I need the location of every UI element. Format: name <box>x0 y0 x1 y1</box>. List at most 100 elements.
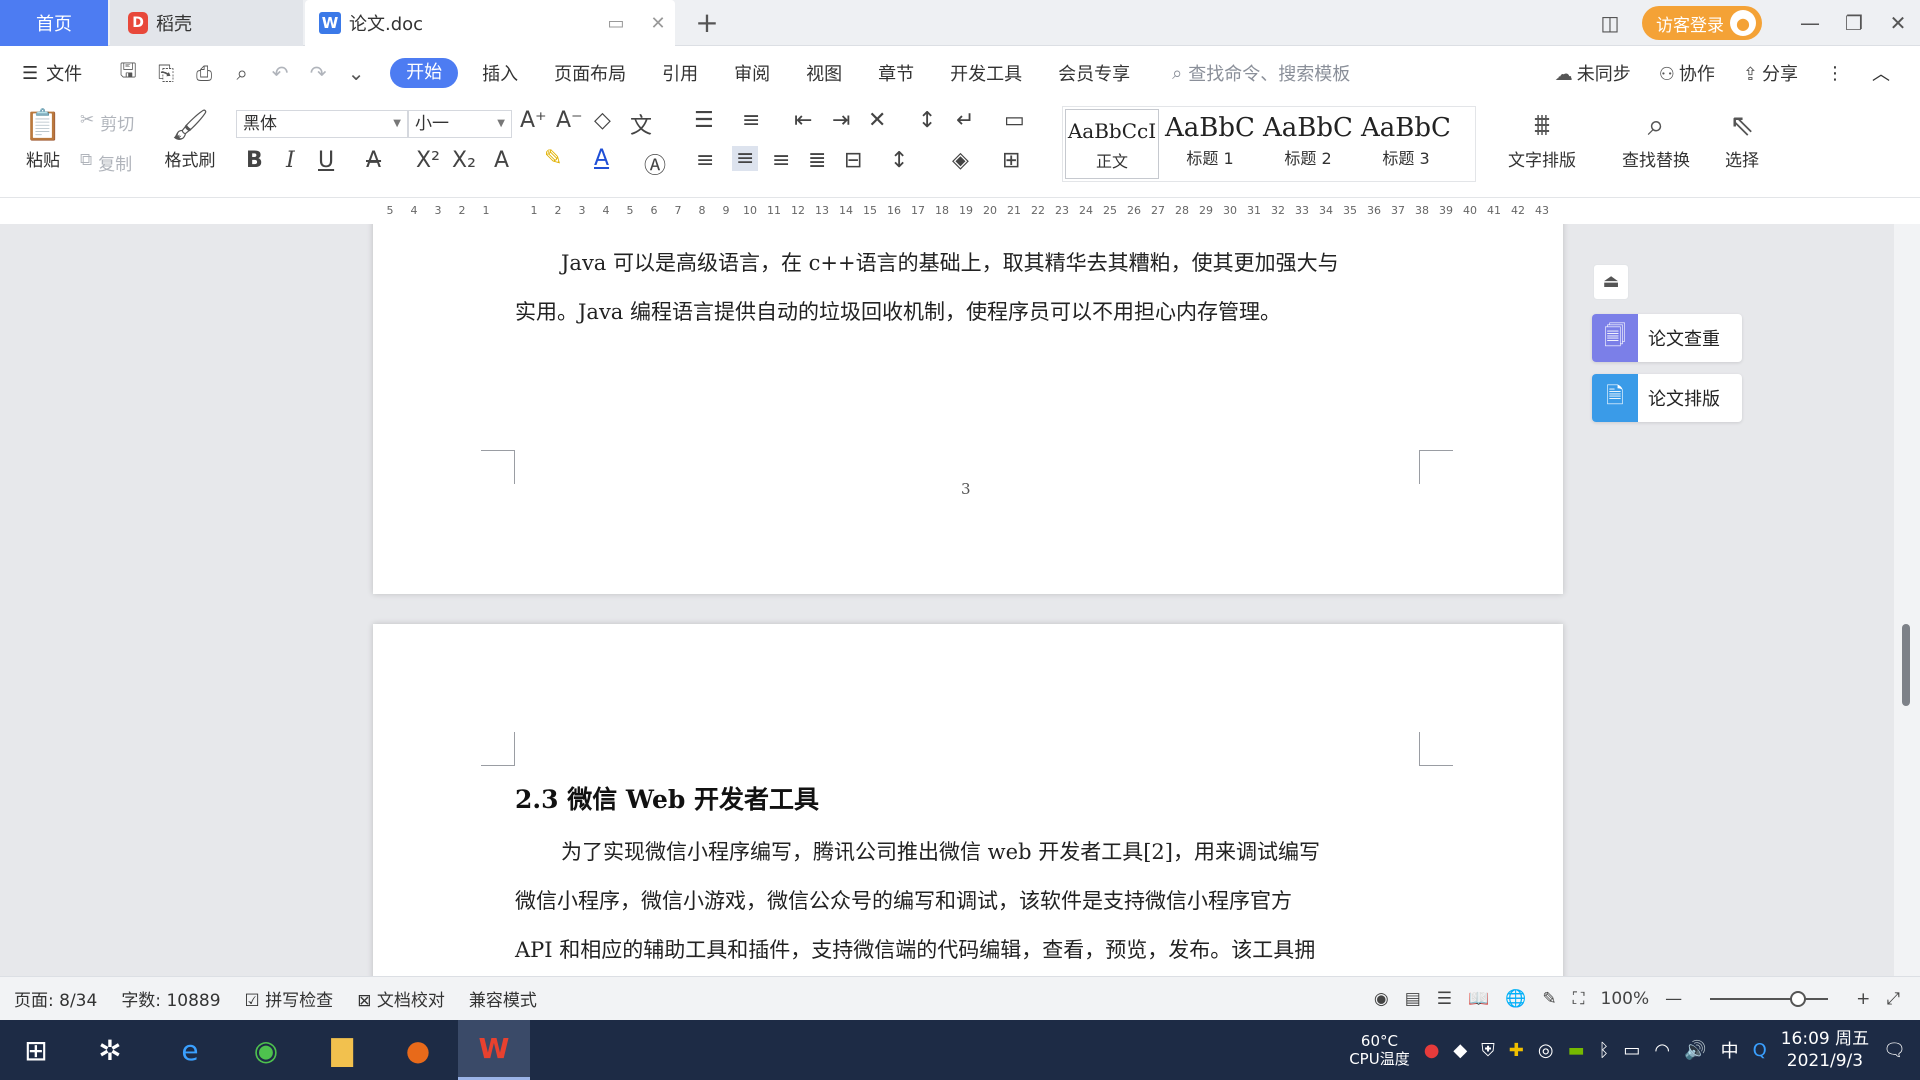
collaborate-button[interactable]: ⚇ 协作 <box>1659 60 1715 86</box>
gpu-icon[interactable]: ▬ <box>1568 1040 1585 1061</box>
taskbar-app-ie[interactable]: e <box>154 1020 226 1080</box>
minimize-icon[interactable]: — <box>1788 11 1832 35</box>
page-view-icon[interactable]: ▤ <box>1405 989 1421 1009</box>
clock[interactable]: 16:09 周五 2021/9/3 <box>1781 1028 1869 1072</box>
clear-format-icon[interactable]: ◇ <box>594 108 611 133</box>
tab-document[interactable]: W 论文.doc ▭ ✕ <box>305 0 675 46</box>
redo-icon[interactable]: ↷ <box>306 61 330 85</box>
proofread-button[interactable]: ⊠ 文档校对 <box>357 986 445 1011</box>
file-menu-button[interactable]: ☰ 文件 <box>22 60 82 86</box>
tab-insert[interactable]: 插入 <box>464 60 536 86</box>
decrease-indent-icon[interactable]: ⇤ <box>794 108 812 133</box>
font-name-select[interactable]: 黑体 ▼ <box>236 110 408 138</box>
sort-icon[interactable]: ↕ <box>918 108 936 133</box>
select-button[interactable]: ⇖ 选择 <box>1712 106 1772 171</box>
notification-icon[interactable]: 🗨 <box>1883 1040 1906 1061</box>
visitor-login-button[interactable]: 访客登录 ● <box>1642 6 1762 40</box>
italic-icon[interactable]: I <box>286 148 295 173</box>
bluetooth-icon[interactable]: ᛒ <box>1599 1040 1610 1061</box>
increase-indent-icon[interactable]: ⇥ <box>832 108 850 133</box>
text-layout-button[interactable]: ⩩ 文字排版 <box>1494 106 1590 171</box>
export-icon[interactable]: ⎘ <box>154 61 178 85</box>
style-heading-2[interactable]: AaBbC 标题 2 <box>1259 107 1357 181</box>
outline-view-icon[interactable]: ☰ <box>1437 989 1452 1009</box>
font-color-icon[interactable]: A <box>594 146 609 171</box>
taskbar-app-explorer[interactable]: ▇ <box>306 1020 378 1080</box>
web-view-icon[interactable]: 🌐 <box>1505 989 1526 1009</box>
print-preview-icon[interactable]: ⌕ <box>230 61 254 85</box>
paragraph[interactable]: 为了实现微信小程序编写，腾讯公司推出微信 web 开发者工具[2]，用来调试编写… <box>515 828 1425 975</box>
bullet-list-icon[interactable]: ☰ <box>694 108 714 133</box>
highlight-icon[interactable]: ✎ <box>544 146 562 171</box>
align-right-icon[interactable]: ≡ <box>772 148 790 173</box>
wifi-icon[interactable]: ◠ <box>1654 1040 1670 1061</box>
battery-icon[interactable]: ▭ <box>1623 1040 1640 1061</box>
justify-icon[interactable]: ≣ <box>808 148 826 173</box>
customize-qa-icon[interactable]: ⌄ <box>344 61 368 85</box>
line-spacing-icon[interactable]: ↕ <box>890 148 908 173</box>
paste-button[interactable]: 📋 粘贴 <box>14 106 72 171</box>
plus-app-icon[interactable]: ✚ <box>1509 1040 1524 1061</box>
font-size-select[interactable]: 小一 ▼ <box>408 110 512 138</box>
page-indicator[interactable]: 页面: 8/34 <box>14 986 97 1011</box>
zoom-in-icon[interactable]: + <box>1856 989 1870 1009</box>
word-count[interactable]: 字数: 10889 <box>121 986 220 1011</box>
command-search[interactable]: ⌕ 查找命令、搜索模板 <box>1172 60 1350 86</box>
char-border-icon[interactable]: Ⓐ <box>644 148 666 180</box>
qq-icon[interactable]: Q <box>1753 1040 1767 1061</box>
shield-icon[interactable]: ⛨ <box>1481 1040 1495 1061</box>
superscript-icon[interactable]: X² <box>416 148 440 173</box>
new-tab-button[interactable]: + <box>690 6 724 39</box>
vertical-scrollbar[interactable] <box>1894 224 1920 976</box>
spell-check-button[interactable]: ☑ 拼写检查 <box>245 986 334 1011</box>
page[interactable]: 互性。 Java 可以是高级语言，在 c++语言的基础上，取其精华去其糟粕，使其… <box>373 224 1563 594</box>
style-heading-1[interactable]: AaBbC 标题 1 <box>1161 107 1259 181</box>
underline-icon[interactable]: U <box>318 148 334 173</box>
collapse-panel-button[interactable]: ⏏ <box>1593 264 1629 300</box>
cpu-temp-widget[interactable]: 60°C CPU温度 <box>1349 1032 1410 1068</box>
share-button[interactable]: ⇪ 分享 <box>1743 60 1798 86</box>
grow-font-icon[interactable]: A⁺ <box>520 108 547 133</box>
tab-start[interactable]: 开始 <box>390 58 459 88</box>
fullscreen-icon[interactable]: ⤢ <box>1886 989 1900 1009</box>
sync-status-button[interactable]: ☁ 未同步 <box>1555 60 1631 86</box>
taskbar-app-game[interactable]: ● <box>382 1020 454 1080</box>
style-normal[interactable]: AaBbCcI 正文 <box>1065 109 1159 179</box>
subscript-icon[interactable]: X₂ <box>452 148 476 173</box>
tab-view[interactable]: 视图 <box>788 60 860 86</box>
shrink-font-icon[interactable]: A⁻ <box>556 108 583 133</box>
tab-chapter[interactable]: 章节 <box>860 60 932 86</box>
close-window-icon[interactable]: ✕ <box>1876 11 1920 35</box>
text-effect-icon[interactable]: A <box>494 148 509 173</box>
section-heading[interactable]: 2.3 微信 Web 开发者工具 <box>515 780 819 816</box>
thesis-layout-button[interactable]: 🗎 论文排版 <box>1592 374 1742 422</box>
show-marks-icon[interactable]: ↵ <box>956 108 974 133</box>
restore-icon[interactable]: ❐ <box>1832 11 1876 35</box>
align-center-icon[interactable]: ≡ <box>732 146 759 171</box>
phonetic-icon[interactable]: 文 <box>630 108 652 140</box>
pin-window-icon[interactable]: ▭ <box>599 13 633 34</box>
tab-member[interactable]: 会员专享 <box>1040 60 1148 86</box>
taskbar-app-browser[interactable]: ◉ <box>230 1020 302 1080</box>
page[interactable]: 2.3 微信 Web 开发者工具 为了实现微信小程序编写，腾讯公司推出微信 we… <box>373 624 1563 976</box>
save-icon[interactable]: 🖫 <box>116 56 140 90</box>
zoom-slider[interactable] <box>1710 991 1829 1007</box>
eye-protection-icon[interactable]: ◉ <box>1374 989 1389 1009</box>
align-left-icon[interactable]: ≡ <box>696 148 714 173</box>
tab-review[interactable]: 审阅 <box>716 60 788 86</box>
style-heading-3[interactable]: AaBbC 标题 3 <box>1357 107 1455 181</box>
format-painter-button[interactable]: 🖌 格式刷 <box>160 106 220 171</box>
write-mode-icon[interactable]: ✎ <box>1542 989 1556 1009</box>
bold-icon[interactable]: B <box>246 148 263 173</box>
strikethrough-icon[interactable]: A <box>366 148 381 173</box>
cloud-sync-icon[interactable]: ◎ <box>1538 1040 1554 1061</box>
tab-page-layout[interactable]: 页面布局 <box>536 60 644 86</box>
thesis-check-button[interactable]: 🗐 论文查重 <box>1592 314 1742 362</box>
fit-page-icon[interactable]: ⛶ <box>1573 989 1585 1009</box>
collapse-ribbon-icon[interactable]: ︿ <box>1872 60 1890 86</box>
shading-icon[interactable]: ◈ <box>952 148 969 173</box>
horizontal-ruler[interactable]: 5 4 3 2 1 1 2 3 4 5 6 7 8 9 10 11 12 13 14 15 16 17 18 19 20 21 22… <box>0 198 1920 224</box>
paragraph[interactable]: 互性。 Java 可以是高级语言，在 c++语言的基础上，取其精华去其糟粕，使其… <box>515 224 1425 337</box>
scrollbar-thumb[interactable] <box>1902 624 1910 706</box>
tab-references[interactable]: 引用 <box>644 60 716 86</box>
